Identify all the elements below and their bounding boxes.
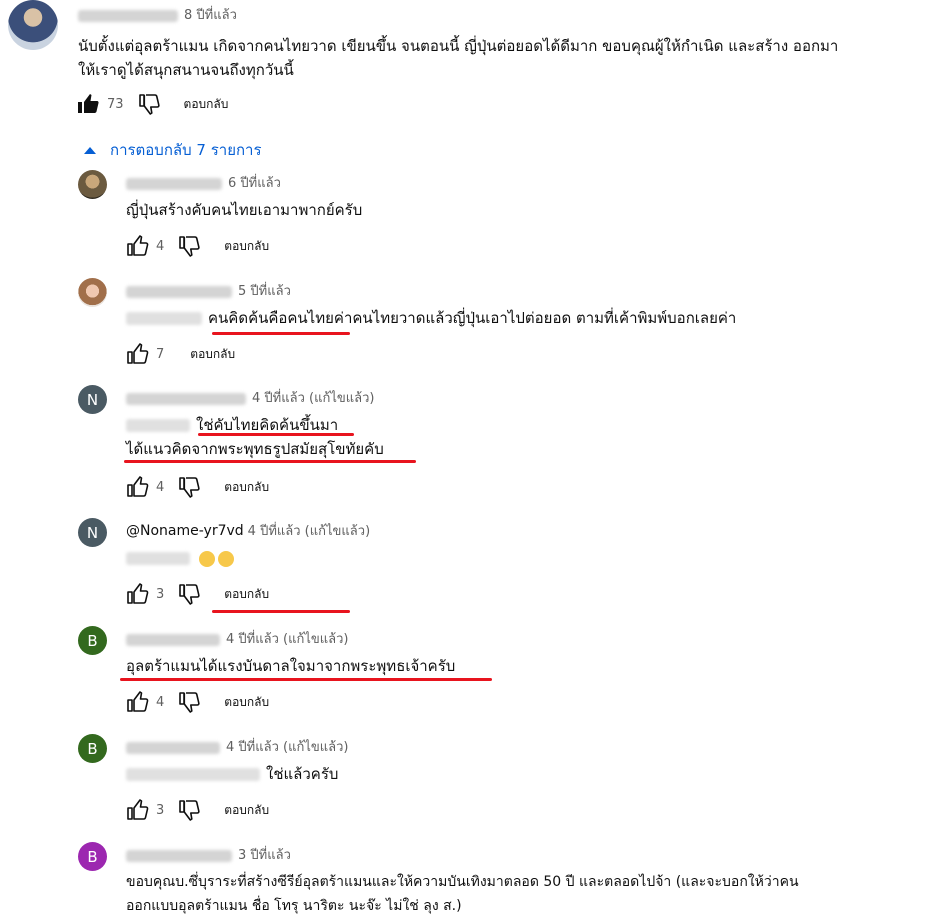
comment-meta: 4 ปีที่แล้ว (แก้ไขแล้ว): [126, 736, 348, 757]
like-count: 3: [156, 802, 165, 818]
comment-time[interactable]: 8 ปีที่แล้ว: [184, 8, 237, 23]
comment-time[interactable]: 6 ปีที่แล้ว: [228, 176, 281, 191]
like-count: 4: [156, 479, 165, 495]
like-count: 7: [156, 346, 165, 362]
replies-toggle[interactable]: การตอบกลับ 7 รายการ: [84, 138, 262, 162]
author-name[interactable]: [126, 285, 232, 298]
red-underline: [212, 610, 350, 613]
red-underline: [120, 678, 492, 681]
dislike-icon[interactable]: [136, 92, 162, 116]
mention-handle[interactable]: [126, 552, 190, 565]
top-comment: 8 ปีที่แล้ว นับตั้งแต่อุลตร้าแมน เกิดจาก…: [0, 0, 933, 125]
like-filled-icon[interactable]: [75, 92, 101, 116]
like-icon[interactable]: [124, 582, 150, 606]
like-count: 4: [156, 238, 165, 254]
comment-actions: 4 ตอบกลับ: [124, 475, 269, 499]
red-underline: [198, 433, 354, 436]
dislike-icon[interactable]: [176, 690, 202, 714]
comment-time[interactable]: 4 ปีที่แล้ว (แก้ไขแล้ว): [252, 391, 374, 406]
comment-text-body: คนคิดค้นคือคนไทยค่าคนไทยวาดแล้วญี่ปุ่นเอ…: [208, 309, 737, 327]
comment-text: [126, 546, 234, 570]
author-name[interactable]: [78, 9, 178, 22]
comment-text-body: ใช่แล้วครับ: [266, 765, 339, 783]
replies-toggle-label: การตอบกลับ 7 รายการ: [110, 141, 262, 159]
avatar-letter: B: [87, 847, 98, 866]
author-name[interactable]: [126, 392, 246, 405]
comment-text-line-2: ออกแบบอุลตร้าแมน ชื่อ โทรุ นาริตะ นะจ๊ะ …: [126, 898, 462, 914]
dislike-icon[interactable]: [176, 234, 202, 258]
comment-meta: 4 ปีที่แล้ว (แก้ไขแล้ว): [126, 387, 374, 408]
avatar[interactable]: [78, 278, 107, 307]
reply-button[interactable]: ตอบกลับ: [190, 345, 235, 364]
like-count: 4: [156, 694, 165, 710]
comment-meta: 3 ปีที่แล้ว: [126, 844, 291, 865]
reply-button[interactable]: ตอบกลับ: [224, 478, 269, 497]
comment-text-line-2: ได้แนวคิดจากพระพุทธรูปสมัยสุโขทัยคับ: [126, 440, 384, 458]
comment-time[interactable]: 5 ปีที่แล้ว: [238, 284, 291, 299]
comment-actions: 73 ตอบกลับ: [75, 92, 228, 116]
author-name[interactable]: [126, 849, 232, 862]
like-icon[interactable]: [124, 234, 150, 258]
reply-button[interactable]: ตอบกลับ: [224, 801, 269, 820]
author-name[interactable]: [126, 741, 220, 754]
chevron-up-icon: [84, 146, 96, 154]
comment-text: อุลตร้าแมนได้แรงบันดาลใจมาจากพระพุทธเจ้า…: [126, 657, 456, 675]
author-name[interactable]: [126, 633, 220, 646]
comment-text: ญี่ปุ่นสร้างคับคนไทยเอามาพากย์ครับ: [126, 201, 363, 219]
author-name[interactable]: [126, 177, 222, 190]
comment-text-line-2: ให้เราดูได้สนุกสนานจนถึงทุกวันนี้: [78, 61, 294, 79]
comment-text: คนคิดค้นคือคนไทยค่าคนไทยวาดแล้วญี่ปุ่นเอ…: [126, 306, 736, 330]
like-icon[interactable]: [124, 690, 150, 714]
avatar-letter: N: [86, 390, 99, 409]
thinking-emoji-icon: [199, 550, 215, 567]
comment-actions: 7 ตอบกลับ: [124, 342, 235, 366]
dislike-icon[interactable]: [176, 582, 202, 606]
comment-meta: 6 ปีที่แล้ว: [126, 172, 281, 193]
like-icon[interactable]: [124, 798, 150, 822]
reply-button[interactable]: ตอบกลับ: [224, 585, 269, 604]
comment-text-line-1: นับตั้งแต่อุลตร้าแมน เกิดจากคนไทยวาด เขี…: [78, 37, 839, 55]
comment-text: ใช่แล้วครับ: [126, 762, 338, 786]
grin-emoji-icon: [218, 550, 234, 567]
avatar[interactable]: B: [78, 626, 107, 655]
dislike-icon[interactable]: [176, 475, 202, 499]
comment-actions: 4 ตอบกลับ: [124, 690, 269, 714]
mention-handle[interactable]: [126, 419, 190, 432]
mention-handle[interactable]: [126, 768, 260, 781]
like-icon[interactable]: [124, 475, 150, 499]
comment-time[interactable]: 4 ปีที่แล้ว (แก้ไขแล้ว): [226, 632, 348, 647]
like-count: 3: [156, 586, 165, 602]
comment-actions: 3 ตอบกลับ: [124, 798, 269, 822]
comment-meta: @Noname-yr7vd 4 ปีที่แล้ว (แก้ไขแล้ว): [126, 520, 370, 541]
author-name[interactable]: @Noname-yr7vd: [126, 523, 244, 539]
avatar-letter: B: [87, 631, 98, 650]
avatar-letter: N: [86, 523, 99, 542]
mention-handle[interactable]: [126, 312, 202, 325]
avatar[interactable]: [78, 170, 107, 199]
comment-actions: 3 ตอบกลับ: [124, 582, 269, 606]
comment-time[interactable]: 4 ปีที่แล้ว (แก้ไขแล้ว): [226, 740, 348, 755]
like-count: 73: [107, 96, 124, 112]
avatar-letter: B: [87, 739, 98, 758]
comment-text-body: ใช่คับไทยคิดค้นขึ้นมา: [196, 416, 339, 434]
like-icon[interactable]: [124, 342, 150, 366]
comment-meta: 4 ปีที่แล้ว (แก้ไขแล้ว): [126, 628, 348, 649]
avatar[interactable]: N: [78, 518, 107, 547]
dislike-icon[interactable]: [176, 798, 202, 822]
reply-button[interactable]: ตอบกลับ: [224, 237, 269, 256]
comment-actions: 4 ตอบกลับ: [124, 234, 269, 258]
reply-button[interactable]: ตอบกลับ: [184, 95, 229, 114]
comment-time[interactable]: 4 ปีที่แล้ว (แก้ไขแล้ว): [248, 524, 370, 539]
avatar[interactable]: N: [78, 385, 107, 414]
red-underline: [124, 460, 416, 463]
avatar[interactable]: B: [78, 734, 107, 763]
comment-text-line-1: ขอบคุณบ.ซึ่บุราระที่สร้างซีรีย์อุลตร้าแม…: [126, 874, 799, 890]
reply-button[interactable]: ตอบกลับ: [224, 693, 269, 712]
comment-time[interactable]: 3 ปีที่แล้ว: [238, 848, 291, 863]
comment-meta: 5 ปีที่แล้ว: [126, 280, 291, 301]
avatar[interactable]: B: [78, 842, 107, 871]
red-underline: [212, 332, 350, 335]
comment-meta: 8 ปีที่แล้ว: [78, 4, 237, 25]
avatar[interactable]: [8, 0, 58, 50]
